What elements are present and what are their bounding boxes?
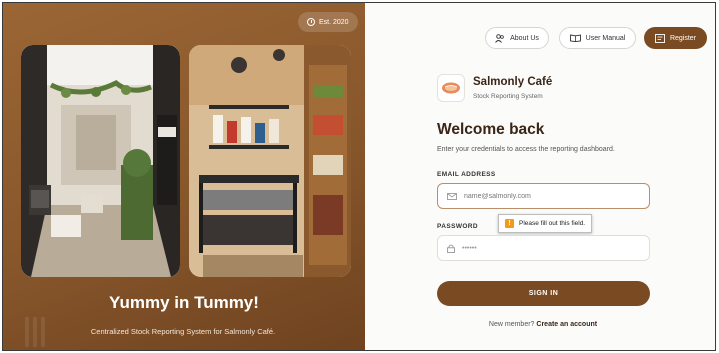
est-badge: Est. 2020 <box>298 12 358 32</box>
about-us-button[interactable]: About Us <box>485 27 549 49</box>
est-badge-label: Est. 2020 <box>319 18 349 26</box>
login-panel: About Us User Manual Register Salmonly C… <box>365 3 715 350</box>
signup-prompt-text: New member? <box>488 321 535 328</box>
mail-icon <box>447 192 457 200</box>
fork-watermark-icon <box>25 317 45 347</box>
create-account-link[interactable]: Create an account <box>536 321 597 328</box>
page-title: Welcome back <box>437 121 545 138</box>
users-icon <box>495 33 504 43</box>
validation-message: Please fill out this field. <box>519 220 586 227</box>
user-plus-icon <box>655 33 665 43</box>
user-manual-button[interactable]: User Manual <box>559 27 636 49</box>
user-manual-label: User Manual <box>585 34 626 42</box>
app-window: Est. 2020 Yummy in Tummy! Centralized St… <box>2 2 716 351</box>
password-input[interactable]: •••••• <box>462 245 477 252</box>
register-label: Register <box>669 34 697 42</box>
email-input[interactable] <box>464 192 634 200</box>
hero-subheadline: Centralized Stock Reporting System for S… <box>90 327 276 336</box>
email-field-container <box>437 183 650 209</box>
lock-icon <box>447 244 455 253</box>
clock-icon <box>307 18 315 26</box>
warning-icon: ! <box>505 219 514 228</box>
salmon-logo-icon <box>442 82 460 94</box>
book-icon <box>569 34 581 42</box>
email-label: EMAIL ADDRESS <box>437 171 496 178</box>
hero-headline: Yummy in Tummy! <box>109 293 259 312</box>
password-field-container: •••••• <box>437 235 650 261</box>
register-button[interactable]: Register <box>644 27 707 49</box>
brand-tagline: Stock Reporting System <box>473 93 543 100</box>
about-us-label: About Us <box>510 34 539 42</box>
cafe-interior-photo <box>189 45 351 277</box>
sign-in-button[interactable]: SIGN IN <box>437 281 650 306</box>
brand-logo <box>437 74 465 102</box>
hero-panel: Est. 2020 Yummy in Tummy! Centralized St… <box>3 3 365 350</box>
validation-tooltip: ! Please fill out this field. <box>498 214 593 233</box>
cafe-entrance-photo <box>21 45 180 277</box>
page-subtitle: Enter your credentials to access the rep… <box>437 146 615 153</box>
password-label: PASSWORD <box>437 223 478 230</box>
brand-name: Salmonly Café <box>473 76 553 88</box>
signup-prompt: New member? Create an account <box>365 321 715 328</box>
